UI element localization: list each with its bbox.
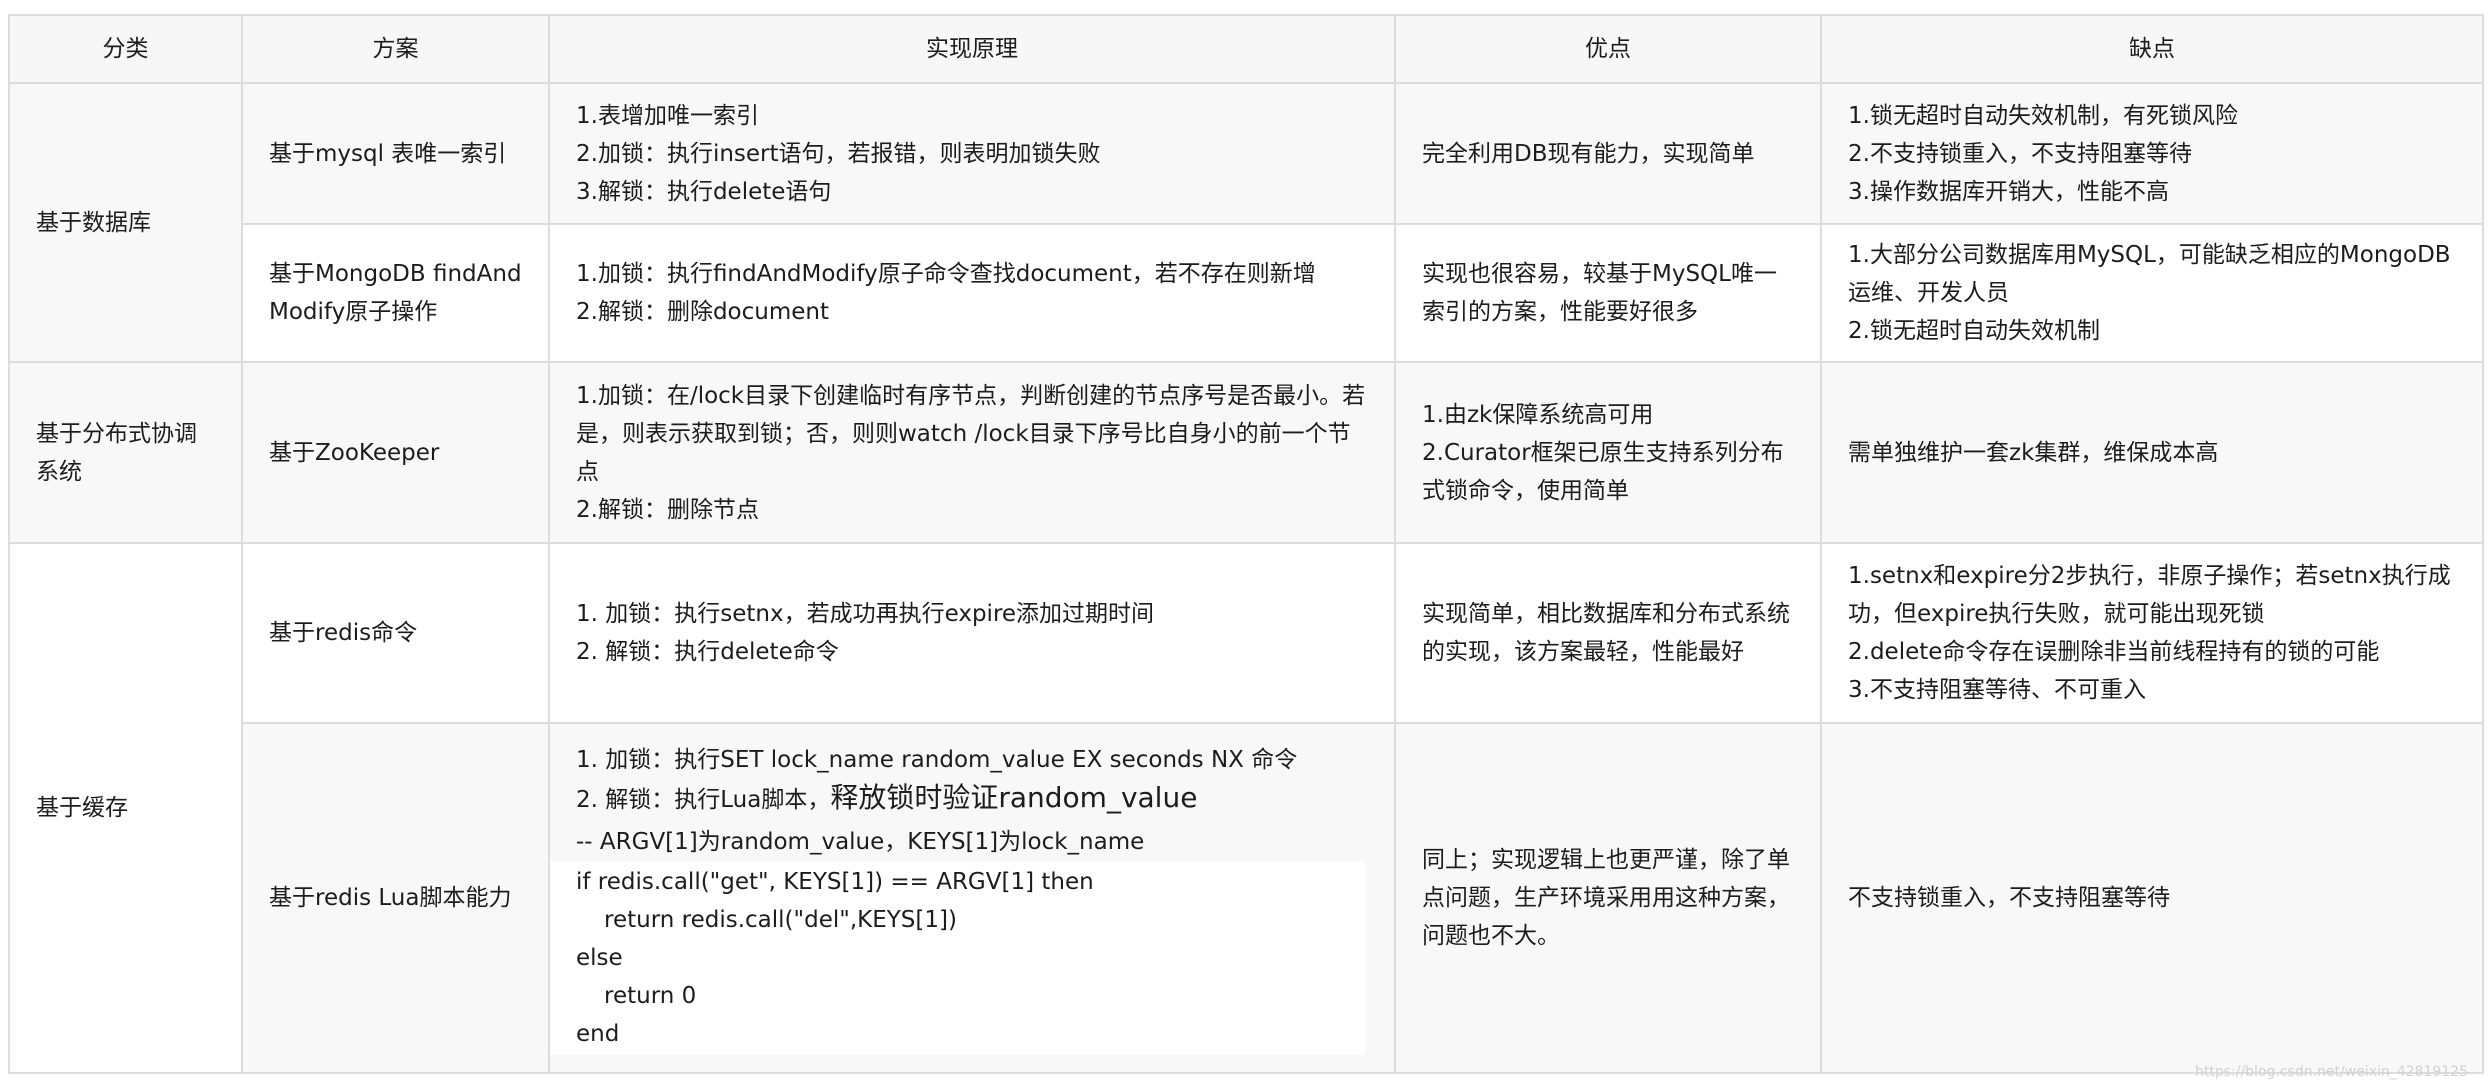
table-row: 基于redis Lua脚本能力 1. 加锁：执行SET lock_name ra… xyxy=(9,722,2484,1074)
code-line: if redis.call("get", KEYS[1]) == ARGV[1]… xyxy=(576,869,1094,895)
principle-line: 2.解锁：删除document xyxy=(576,299,829,325)
principle-line: 1.加锁：执行findAndModify原子命令查找document，若不存在则… xyxy=(576,261,1316,287)
code-line: else xyxy=(576,945,623,971)
scheme-cell: 基于redis Lua脚本能力 xyxy=(241,722,550,1074)
principle-line: 1. 加锁：执行setnx，若成功再执行expire添加过期时间 xyxy=(576,601,1155,627)
pros-cell: 实现也很容易，较基于MySQL唯一索引的方案，性能要好很多 xyxy=(1394,223,1822,363)
cons-line: 2.delete命令存在误删除非当前线程持有的锁的可能 xyxy=(1848,639,2380,665)
pros-line: 2.Curator框架已原生支持系列分布式锁命令，使用简单 xyxy=(1422,439,1784,504)
cons-line: 3.操作数据库开销大，性能不高 xyxy=(1848,178,2169,205)
principle-cell: 1. 加锁：执行setnx，若成功再执行expire添加过期时间 2. 解锁：执… xyxy=(548,542,1396,724)
cons-line: 1.setnx和expire分2步执行，非原子操作；若setnx执行成功，但ex… xyxy=(1848,563,2451,627)
principle-cell: 1.加锁：在/lock目录下创建临时有序节点，判断创建的节点序号是否最小。若是，… xyxy=(548,361,1396,544)
principle-line: 2. 解锁：执行Lua脚本，释放锁时验证random_value xyxy=(576,779,1368,819)
principle-line: 1. 加锁：执行SET lock_name random_value EX se… xyxy=(576,747,1298,773)
table-row: 基于分布式协调系统 基于ZooKeeper 1.加锁：在/lock目录下创建临时… xyxy=(8,361,2484,544)
principle-cell: 1.加锁：执行findAndModify原子命令查找document，若不存在则… xyxy=(548,223,1396,363)
cons-line: 2.不支持锁重入，不支持阻塞等待 xyxy=(1848,140,2192,167)
pros-text: 实现也很容易，较基于MySQL唯一索引的方案，性能要好很多 xyxy=(1422,261,1777,325)
header-principle: 实现原理 xyxy=(548,14,1396,84)
principle-comment: -- ARGV[1]为random_value，KEYS[1]为lock_nam… xyxy=(576,829,1145,855)
scheme-cell: 基于MongoDB findAndModify原子操作 xyxy=(241,223,550,363)
table-row: 基于缓存 基于redis命令 1. 加锁：执行setnx，若成功再执行expir… xyxy=(8,542,2484,1074)
cons-cell: 不支持锁重入，不支持阻塞等待 xyxy=(1820,722,2484,1074)
principle-line: 1.表增加唯一索引 xyxy=(576,102,759,129)
scheme-label: 基于redis Lua脚本能力 xyxy=(269,885,512,911)
scheme-label: 基于MongoDB findAndModify原子操作 xyxy=(269,261,522,325)
pros-cell: 同上；实现逻辑上也更严谨，除了单点问题，生产环境采用用这种方案，问题也不大。 xyxy=(1394,722,1822,1074)
cons-line: 1.锁无超时自动失效机制，有死锁风险 xyxy=(1848,102,2238,129)
watermark-text: https://blog.csdn.net/weixin_42819125 xyxy=(2194,1064,2468,1080)
pros-text: 完全利用DB现有能力，实现简单 xyxy=(1422,140,1755,167)
principle-line: 1.加锁：在/lock目录下创建临时有序节点，判断创建的节点序号是否最小。若是，… xyxy=(576,382,1366,485)
cons-line: 2.锁无超时自动失效机制 xyxy=(1848,318,2100,344)
cons-line: 3.不支持阻塞等待、不可重入 xyxy=(1848,677,2146,703)
pros-text: 同上；实现逻辑上也更严谨，除了单点问题，生产环境采用用这种方案，问题也不大。 xyxy=(1422,847,1790,949)
cons-cell: 1.大部分公司数据库用MySQL，可能缺乏相应的MongoDB运维、开发人员 2… xyxy=(1820,223,2484,363)
header-scheme: 方案 xyxy=(241,14,550,84)
cons-cell: 1.锁无超时自动失效机制，有死锁风险 2.不支持锁重入，不支持阻塞等待 3.操作… xyxy=(1820,82,2484,225)
category-label: 基于数据库 xyxy=(36,209,151,236)
category-cell: 基于分布式协调系统 xyxy=(8,361,243,544)
cons-text: 需单独维护一套zk集群，维保成本高 xyxy=(1848,439,2219,466)
principle-line: 2. 解锁：执行delete命令 xyxy=(576,639,839,665)
header-cons: 缺点 xyxy=(1820,14,2484,84)
distributed-lock-comparison-table: 分类 方案 实现原理 优点 缺点 基于数据库 基于mysql 表唯一索引 1.表… xyxy=(8,14,2484,1074)
category-cell: 基于数据库 xyxy=(8,82,243,363)
principle-cell: 1. 加锁：执行SET lock_name random_value EX se… xyxy=(548,722,1396,1074)
header-pros: 优点 xyxy=(1394,14,1822,84)
scheme-label: 基于ZooKeeper xyxy=(269,439,440,466)
code-line: end xyxy=(576,1021,620,1047)
lua-code-block: if redis.call("get", KEYS[1]) == ARGV[1]… xyxy=(551,861,1366,1055)
principle-cell: 1.表增加唯一索引 2.加锁：执行insert语句，若报错，则表明加锁失败 3.… xyxy=(548,82,1396,225)
category-label: 基于缓存 xyxy=(36,795,128,821)
scheme-cell: 基于redis命令 xyxy=(241,542,550,724)
category-label: 基于分布式协调系统 xyxy=(36,420,197,485)
cons-text: 不支持锁重入，不支持阻塞等待 xyxy=(1848,885,2170,911)
pros-cell: 完全利用DB现有能力，实现简单 xyxy=(1394,82,1822,225)
scheme-label: 基于redis命令 xyxy=(269,620,418,646)
pros-cell: 实现简单，相比数据库和分布式系统的实现，该方案最轻，性能最好 xyxy=(1394,542,1822,724)
principle-emphasis: 释放锁时验证random_value xyxy=(830,781,1198,814)
code-line: return 0 xyxy=(604,983,697,1009)
category-cell: 基于缓存 xyxy=(8,542,243,1074)
scheme-cell: 基于ZooKeeper xyxy=(241,361,550,544)
cons-cell: 1.setnx和expire分2步执行，非原子操作；若setnx执行成功，但ex… xyxy=(1820,542,2484,724)
scheme-label: 基于mysql 表唯一索引 xyxy=(269,140,507,167)
principle-line-text: 2. 解锁：执行Lua脚本， xyxy=(576,787,831,813)
header-row: 分类 方案 实现原理 优点 缺点 xyxy=(8,14,2484,84)
cons-line: 1.大部分公司数据库用MySQL，可能缺乏相应的MongoDB运维、开发人员 xyxy=(1848,242,2451,306)
code-line: return redis.call("del",KEYS[1]) xyxy=(604,907,957,933)
principle-line: 2.解锁：删除节点 xyxy=(576,496,759,523)
table-row: 基于数据库 基于mysql 表唯一索引 1.表增加唯一索引 2.加锁：执行ins… xyxy=(8,82,2484,363)
header-category: 分类 xyxy=(8,14,243,84)
scheme-cell: 基于mysql 表唯一索引 xyxy=(241,82,550,225)
principle-line: 3.解锁：执行delete语句 xyxy=(576,178,832,205)
pros-cell: 1.由zk保障系统高可用 2.Curator框架已原生支持系列分布式锁命令，使用… xyxy=(1394,361,1822,544)
principle-line: 2.加锁：执行insert语句，若报错，则表明加锁失败 xyxy=(576,140,1101,167)
pros-text: 实现简单，相比数据库和分布式系统的实现，该方案最轻，性能最好 xyxy=(1422,601,1790,665)
cons-cell: 需单独维护一套zk集群，维保成本高 xyxy=(1820,361,2484,544)
table-row: 基于MongoDB findAndModify原子操作 1.加锁：执行findA… xyxy=(9,223,2484,363)
pros-line: 1.由zk保障系统高可用 xyxy=(1422,401,1654,428)
